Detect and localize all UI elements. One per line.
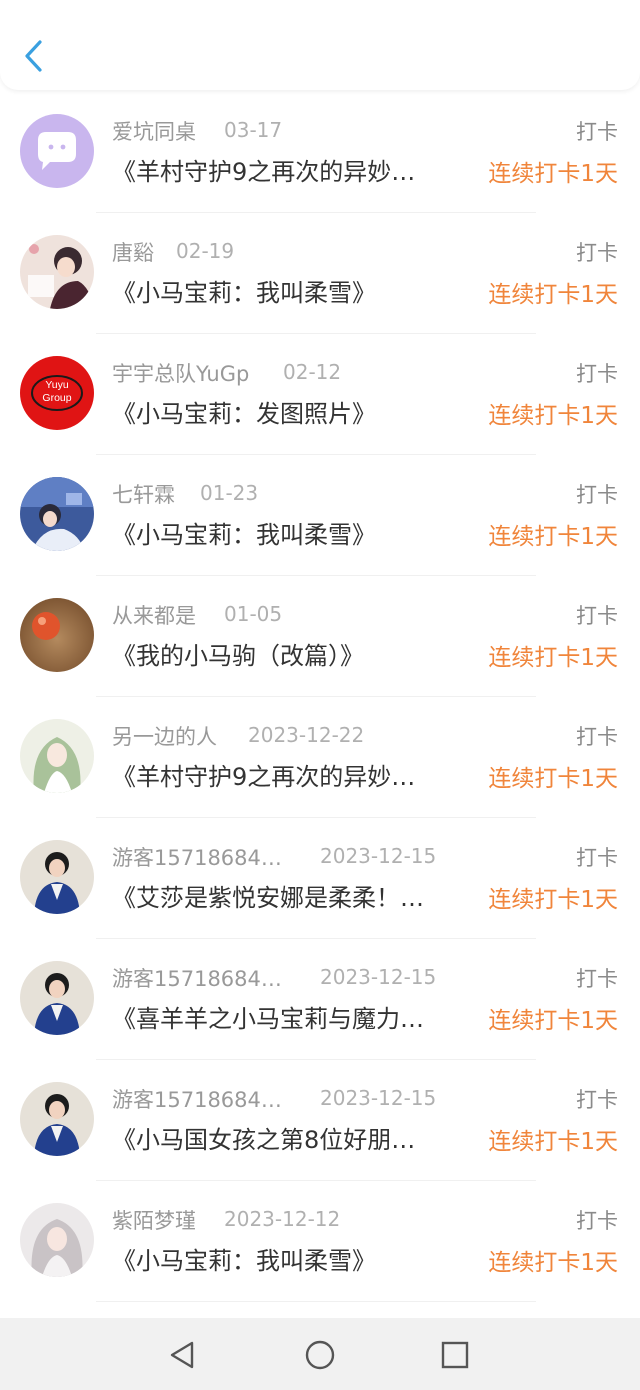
divider [96, 1301, 536, 1302]
checkin-label: 打卡 [576, 725, 618, 749]
avatar[interactable] [20, 114, 94, 188]
book-title[interactable]: 《小马宝莉：发图照片》 [112, 394, 464, 429]
avatar[interactable] [20, 1203, 94, 1277]
post-date: 01-23 [200, 481, 259, 505]
streak-label: 连续打卡1天 [488, 645, 618, 671]
user-name[interactable]: 另一边的人 [112, 721, 217, 751]
avatar[interactable] [20, 961, 94, 1035]
checkin-label: 打卡 [576, 846, 618, 870]
streak-label: 连续打卡1天 [488, 403, 618, 429]
user-name[interactable]: 从来都是 [112, 600, 196, 630]
nav-recents-button[interactable] [438, 1338, 472, 1372]
list-item[interactable]: 七轩霖 01-23 打卡 《小马宝莉：我叫柔雪》 连续打卡1天 [0, 455, 640, 576]
streak-label: 连续打卡1天 [488, 161, 618, 187]
list-item[interactable]: Yuyu Group 宇宇总队YuGp 02-12 打卡 《小马宝莉：发图照片》… [0, 334, 640, 455]
book-title[interactable]: 《羊村守护9之再次的异妙… [112, 757, 464, 792]
post-date: 2023-12-15 [320, 844, 437, 868]
top-bar [0, 0, 640, 90]
user-name[interactable]: 游客15718684… [112, 1084, 294, 1114]
avatar[interactable] [20, 477, 94, 551]
person-photo-icon [20, 961, 94, 1035]
book-title[interactable]: 《小马宝莉：我叫柔雪》 [112, 1241, 464, 1276]
list-item[interactable]: 紫陌梦瑾 2023-12-12 打卡 《小马宝莉：我叫柔雪》 连续打卡1天 [0, 1181, 640, 1302]
chevron-left-icon [25, 40, 42, 72]
book-title[interactable]: 《小马宝莉：我叫柔雪》 [112, 515, 464, 550]
book-title[interactable]: 《喜羊羊之小马宝莉与魔力… [112, 999, 464, 1034]
orange-ball-icon [20, 598, 94, 672]
checkin-label: 打卡 [576, 483, 618, 507]
list-item[interactable]: 游客15718684… 2023-12-15 打卡 《小马国女孩之第8位好朋… … [0, 1060, 640, 1181]
list-item[interactable]: 爱坑同桌 03-17 打卡 《羊村守护9之再次的异妙… 连续打卡1天 [0, 92, 640, 213]
streak-label: 连续打卡1天 [488, 282, 618, 308]
nav-back-button[interactable] [166, 1338, 200, 1372]
user-name[interactable]: 游客15718684… [112, 963, 294, 993]
checkin-label: 打卡 [576, 362, 618, 386]
anime-portrait-icon [20, 719, 94, 793]
avatar[interactable] [20, 598, 94, 672]
checkin-label: 打卡 [576, 1209, 618, 1233]
list-item[interactable]: 游客15718684… 2023-12-15 打卡 《喜羊羊之小马宝莉与魔力… … [0, 939, 640, 1060]
user-name[interactable]: 唐谿 [112, 237, 154, 267]
list-item[interactable]: 唐谿 02-19 打卡 《小马宝莉：我叫柔雪》 连续打卡1天 [0, 213, 640, 334]
square-recents-icon [441, 1341, 469, 1369]
avatar-logo-text: Yuyu Group [42, 379, 72, 404]
user-name[interactable]: 紫陌梦瑾 [112, 1205, 196, 1235]
book-title[interactable]: 《小马国女孩之第8位好朋… [112, 1120, 464, 1155]
checkin-label: 打卡 [576, 967, 618, 991]
avatar[interactable] [20, 840, 94, 914]
avatar[interactable] [20, 1082, 94, 1156]
anime-portrait-icon [20, 235, 94, 309]
book-title[interactable]: 《艾莎是紫悦安娜是柔柔！… [112, 878, 464, 913]
anime-portrait-icon [20, 1203, 94, 1277]
triangle-back-icon [170, 1341, 194, 1369]
post-date: 02-19 [176, 239, 235, 263]
post-date: 2023-12-22 [248, 723, 365, 747]
chat-bubble-icon [20, 114, 94, 188]
checkin-list: 爱坑同桌 03-17 打卡 《羊村守护9之再次的异妙… 连续打卡1天 唐谿 02… [0, 92, 640, 1318]
streak-label: 连续打卡1天 [488, 1008, 618, 1034]
user-name[interactable]: 宇宇总队YuGp [112, 358, 249, 388]
streak-label: 连续打卡1天 [488, 766, 618, 792]
list-item[interactable]: 从来都是 01-05 打卡 《我的小马驹（改篇）》 连续打卡1天 [0, 576, 640, 697]
streak-label: 连续打卡1天 [488, 1250, 618, 1276]
checkin-label: 打卡 [576, 604, 618, 628]
post-date: 02-12 [283, 360, 342, 384]
back-button[interactable] [18, 36, 50, 76]
avatar[interactable] [20, 235, 94, 309]
system-nav-bar [0, 1318, 640, 1390]
user-name[interactable]: 爱坑同桌 [112, 116, 196, 146]
list-item[interactable]: 游客15718684… 2023-12-15 打卡 《艾莎是紫悦安娜是柔柔！… … [0, 818, 640, 939]
avatar[interactable] [20, 719, 94, 793]
checkin-label: 打卡 [576, 120, 618, 144]
person-photo-icon [20, 840, 94, 914]
book-title[interactable]: 《羊村守护9之再次的异妙… [112, 152, 464, 187]
checkin-label: 打卡 [576, 241, 618, 265]
streak-label: 连续打卡1天 [488, 1129, 618, 1155]
post-date: 2023-12-15 [320, 1086, 437, 1110]
post-date: 2023-12-15 [320, 965, 437, 989]
avatar[interactable]: Yuyu Group [20, 356, 94, 430]
post-date: 01-05 [224, 602, 283, 626]
book-title[interactable]: 《我的小马驹（改篇）》 [112, 636, 464, 671]
nav-home-button[interactable] [303, 1338, 337, 1372]
circle-home-icon [305, 1340, 335, 1370]
user-name[interactable]: 七轩霖 [112, 479, 175, 509]
post-date: 2023-12-12 [224, 1207, 341, 1231]
book-title[interactable]: 《小马宝莉：我叫柔雪》 [112, 273, 464, 308]
streak-label: 连续打卡1天 [488, 887, 618, 913]
person-photo-icon [20, 1082, 94, 1156]
anime-portrait-icon [20, 477, 94, 551]
user-name[interactable]: 游客15718684… [112, 842, 294, 872]
list-item[interactable]: 另一边的人 2023-12-22 打卡 《羊村守护9之再次的异妙… 连续打卡1天 [0, 697, 640, 818]
post-date: 03-17 [224, 118, 283, 142]
checkin-label: 打卡 [576, 1088, 618, 1112]
streak-label: 连续打卡1天 [488, 524, 618, 550]
